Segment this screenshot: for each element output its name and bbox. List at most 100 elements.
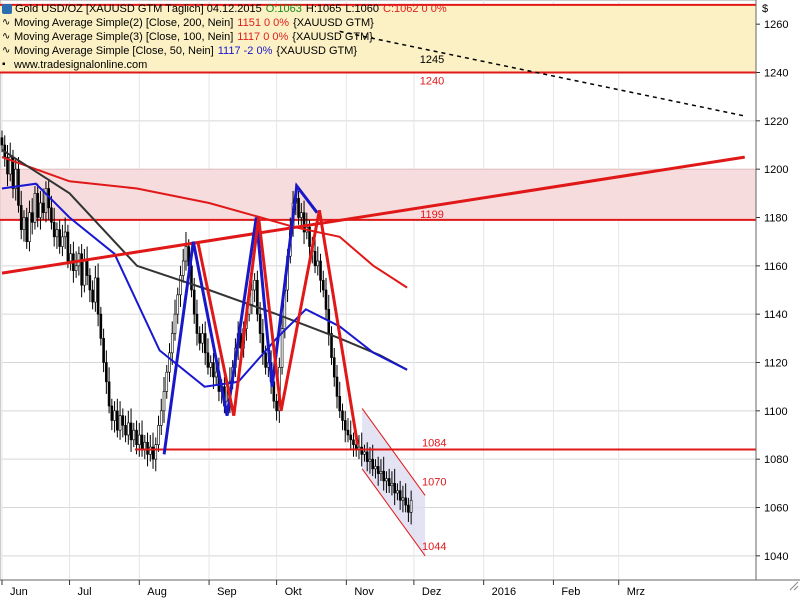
- legend-ma200-row[interactable]: ∿ Moving Average Simple(2) [Close, 200, …: [2, 16, 447, 30]
- candle-body: [316, 260, 320, 267]
- candle-body: [63, 231, 67, 238]
- candle-body: [94, 277, 97, 303]
- candle-body: [376, 466, 380, 474]
- candle-body: [19, 205, 23, 230]
- candle-body: [39, 202, 42, 218]
- chart-title: Gold USD/OZ [XAUUSD GTM Täglich] 04.12.2…: [15, 3, 262, 15]
- x-tick-label: Aug: [147, 586, 167, 598]
- y-tick-label: 1080: [764, 454, 788, 466]
- candle-body: [99, 313, 103, 339]
- candle-body: [341, 410, 344, 421]
- candle-body: [173, 313, 177, 334]
- candle-body: [184, 246, 188, 262]
- x-tick-label: 2016: [492, 586, 516, 598]
- ma100-label: Moving Average Simple(3) [Close, 100, Ne…: [14, 31, 234, 43]
- legend-title-row: Gold USD/OZ [XAUUSD GTM Täglich] 04.12.2…: [2, 2, 447, 16]
- ma200-value: 1151 0 0%: [237, 17, 290, 29]
- candle-body: [258, 313, 262, 334]
- chart-window: 1040 1060 1080 1100 1120 1140 1160 1180 1200 1220…: [0, 0, 800, 600]
- candle-body: [338, 396, 342, 412]
- candle-body: [17, 168, 20, 206]
- x-tick-label: Feb: [561, 586, 580, 598]
- indicator-wave-icon: ∿: [2, 45, 11, 56]
- app-logo-icon: [2, 4, 12, 14]
- candle-body: [349, 434, 353, 441]
- candle-body: [371, 458, 374, 470]
- y-tick-label: 1220: [764, 116, 788, 128]
- candle-body: [352, 439, 355, 445]
- candle-body: [66, 231, 70, 262]
- x-tick-label: Jun: [10, 586, 28, 598]
- candle-body: [404, 497, 407, 506]
- candle-body: [50, 207, 53, 223]
- candle-body: [192, 289, 196, 315]
- y-tick-label: 1040: [764, 551, 788, 563]
- candle-body: [179, 275, 182, 296]
- legend-source-row[interactable]: ▪ www.tradesignalonline.com: [2, 58, 447, 72]
- legend-ma100-row[interactable]: ∿ Moving Average Simple(3) [Close, 100, …: [2, 30, 447, 44]
- indicator-wave-icon: ∿: [2, 17, 11, 28]
- y-tick-label: 1060: [764, 503, 788, 515]
- candle-body: [374, 466, 377, 470]
- price-chart[interactable]: 1040 1060 1080 1100 1120 1140 1160 1180 1200 1220…: [0, 0, 800, 600]
- candle-body: [88, 275, 92, 291]
- candle-body: [261, 333, 265, 354]
- candle-body: [390, 483, 394, 487]
- candle-body: [195, 313, 199, 334]
- ma200-label: Moving Average Simple(2) [Close, 200, Ne…: [14, 17, 234, 29]
- bullet-icon: ▪: [2, 59, 6, 70]
- y-tick-label: 1140: [764, 309, 788, 321]
- candle-body: [110, 405, 114, 421]
- source-link[interactable]: www.tradesignalonline.com: [14, 58, 147, 72]
- y-tick-label: 1260: [764, 19, 788, 31]
- ma50-value: 1117 -2 0%: [217, 45, 273, 57]
- candle-body: [162, 391, 166, 412]
- legend-ma50-row[interactable]: ∿ Moving Average Simple [Close, 50, Nein…: [2, 44, 447, 58]
- candle-body: [181, 260, 185, 276]
- candle-body: [360, 446, 364, 455]
- candle-body: [102, 338, 105, 363]
- y-tick-label: 1100: [764, 406, 788, 418]
- candle-body: [253, 280, 256, 291]
- label-1084: 1084: [422, 438, 446, 450]
- candle-body: [250, 289, 254, 305]
- candle-body: [118, 415, 122, 431]
- candle-body: [121, 415, 125, 426]
- candle-body: [379, 470, 383, 474]
- ohlc-high: H:1065: [305, 3, 342, 15]
- label-1199: 1199: [420, 209, 444, 221]
- candle-body: [74, 265, 78, 271]
- candle-body: [36, 193, 39, 218]
- candle-body: [365, 451, 369, 462]
- candle-body: [363, 451, 366, 455]
- candle-body: [58, 229, 61, 247]
- ma100-tail: {XAUUSD GTM}: [292, 31, 373, 43]
- candle-body: [300, 212, 303, 218]
- candle-body: [206, 352, 210, 368]
- candle-body: [91, 289, 94, 303]
- candle-body: [61, 236, 64, 247]
- candle-body: [143, 441, 147, 450]
- candle-body: [157, 425, 160, 445]
- ohlc-close: C:1062 0 0%: [383, 3, 447, 15]
- ohlc-open: O:1063: [265, 3, 302, 15]
- candle-body: [154, 444, 158, 460]
- candle-body: [170, 333, 174, 354]
- candle-body: [346, 429, 350, 436]
- candle-body: [80, 253, 83, 286]
- chart-legend: Gold USD/OZ [XAUUSD GTM Täglich] 04.12.2…: [2, 2, 447, 72]
- candle-body: [33, 193, 37, 223]
- candle-body: [113, 410, 116, 421]
- candle-body: [264, 352, 267, 368]
- candle-body: [401, 497, 405, 501]
- currency-symbol: $: [762, 3, 768, 15]
- candle-body: [176, 294, 180, 315]
- candle-body: [385, 478, 388, 482]
- candle-body: [203, 333, 207, 354]
- candle-body: [396, 490, 399, 494]
- y-tick-label: 1240: [764, 68, 788, 80]
- ma50-label: Moving Average Simple [Close, 50, Nein]: [14, 45, 214, 57]
- label-1044: 1044: [422, 541, 446, 553]
- candle-body: [116, 410, 119, 431]
- candle-body: [132, 429, 136, 441]
